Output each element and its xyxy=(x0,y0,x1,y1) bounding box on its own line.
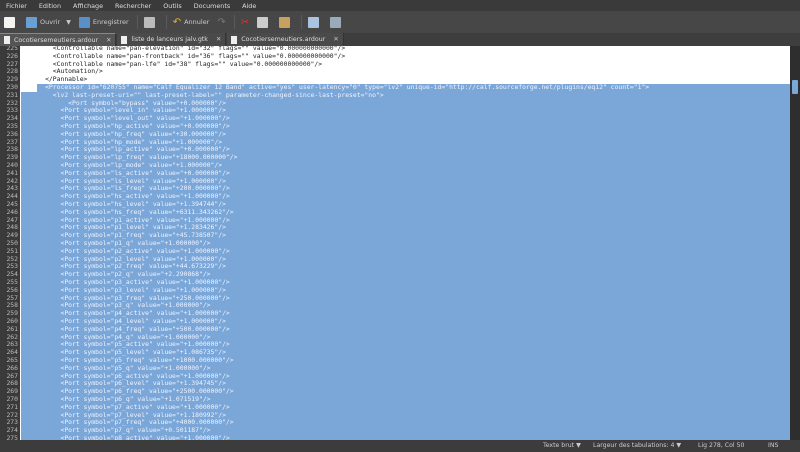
paste-button[interactable] xyxy=(279,13,293,31)
undo-button[interactable]: ↶ Annuler xyxy=(173,13,210,31)
close-icon[interactable]: ✕ xyxy=(106,37,111,44)
divider xyxy=(136,15,138,29)
vertical-scrollbar[interactable] xyxy=(790,46,800,440)
new-button[interactable] xyxy=(4,13,18,31)
new-file-icon xyxy=(4,16,15,28)
divider xyxy=(165,15,167,29)
insert-mode: INS xyxy=(768,442,779,449)
save-button[interactable]: Enregistrer xyxy=(78,13,129,31)
status-bar: Texte brut ▼ Largeur des tabulations: 4 … xyxy=(0,440,800,452)
paste-icon xyxy=(279,16,291,28)
redo-button[interactable]: ↷ xyxy=(217,13,225,31)
undo-icon: ↶ xyxy=(172,16,182,28)
menu-documents[interactable]: Documents xyxy=(188,2,236,10)
scrollbar-thumb[interactable] xyxy=(792,80,798,94)
folder-icon xyxy=(26,16,37,28)
menu-edition[interactable]: Edition xyxy=(33,2,67,10)
redo-icon: ↷ xyxy=(217,16,226,28)
chevron-down-icon[interactable]: ▼ xyxy=(66,19,71,26)
code-line[interactable]: 228 <Automation/> xyxy=(0,68,790,76)
copy-icon xyxy=(257,16,269,28)
tab-width-selector[interactable]: Largeur des tabulations: 4 ▼ xyxy=(593,442,681,449)
tab-liste-lanceurs[interactable]: liste de lanceurs jalv.gtk ✕ xyxy=(117,33,227,46)
printer-icon xyxy=(143,16,155,28)
divider xyxy=(233,15,235,29)
undo-label: Annuler xyxy=(184,18,210,26)
search-icon xyxy=(308,16,320,28)
menu-outils[interactable]: Outils xyxy=(157,2,187,10)
tab-label: Cocotiersemeutiers.ardour xyxy=(241,36,326,43)
cursor-position: Lig 278, Col 50 xyxy=(698,442,745,449)
menu-bar: Fichier Edition Affichage Rechercher Out… xyxy=(0,0,800,11)
close-icon[interactable]: ✕ xyxy=(216,36,221,43)
close-icon[interactable]: ✕ xyxy=(333,36,338,43)
copy-button[interactable] xyxy=(257,13,271,31)
tab-label: liste de lanceurs jalv.gtk xyxy=(131,36,208,43)
open-label: Ouvrir xyxy=(40,18,61,26)
document-icon xyxy=(4,36,10,44)
find-button[interactable] xyxy=(308,13,322,31)
menu-fichier[interactable]: Fichier xyxy=(0,2,33,10)
save-label: Enregistrer xyxy=(92,18,129,26)
menu-aide[interactable]: Aide xyxy=(236,2,262,10)
cut-button[interactable]: ✂ xyxy=(241,13,249,31)
save-icon xyxy=(78,16,90,28)
menu-rechercher[interactable]: Rechercher xyxy=(109,2,157,10)
replace-button[interactable] xyxy=(330,13,344,31)
syntax-mode-selector[interactable]: Texte brut ▼ xyxy=(543,442,581,449)
text-editor[interactable]: 225 <Controllable name="pan-elevation" i… xyxy=(0,46,790,440)
divider xyxy=(301,15,303,29)
code-line[interactable]: 227 <Controllable name="pan-lfe" id="38"… xyxy=(0,60,790,69)
open-button[interactable]: Ouvrir ▼ xyxy=(26,13,71,31)
tab-cocotiersemeutiers-1[interactable]: Cocotiersemeutiers.ardour ✕ xyxy=(0,33,117,46)
print-button[interactable] xyxy=(143,13,158,31)
document-icon xyxy=(121,35,128,44)
document-icon xyxy=(231,35,238,44)
tab-cocotiersemeutiers-2[interactable]: Cocotiersemeutiers.ardour ✕ xyxy=(227,33,344,46)
find-replace-icon xyxy=(330,16,342,28)
toolbar: Ouvrir ▼ Enregistrer ↶ Annuler ↷ ✂ xyxy=(0,11,800,33)
menu-affichage[interactable]: Affichage xyxy=(67,2,109,10)
tab-label: Cocotiersemeutiers.ardour xyxy=(14,36,99,44)
scissors-icon: ✂ xyxy=(240,16,250,28)
tab-bar: Cocotiersemeutiers.ardour ✕ liste de lanc… xyxy=(0,33,800,46)
